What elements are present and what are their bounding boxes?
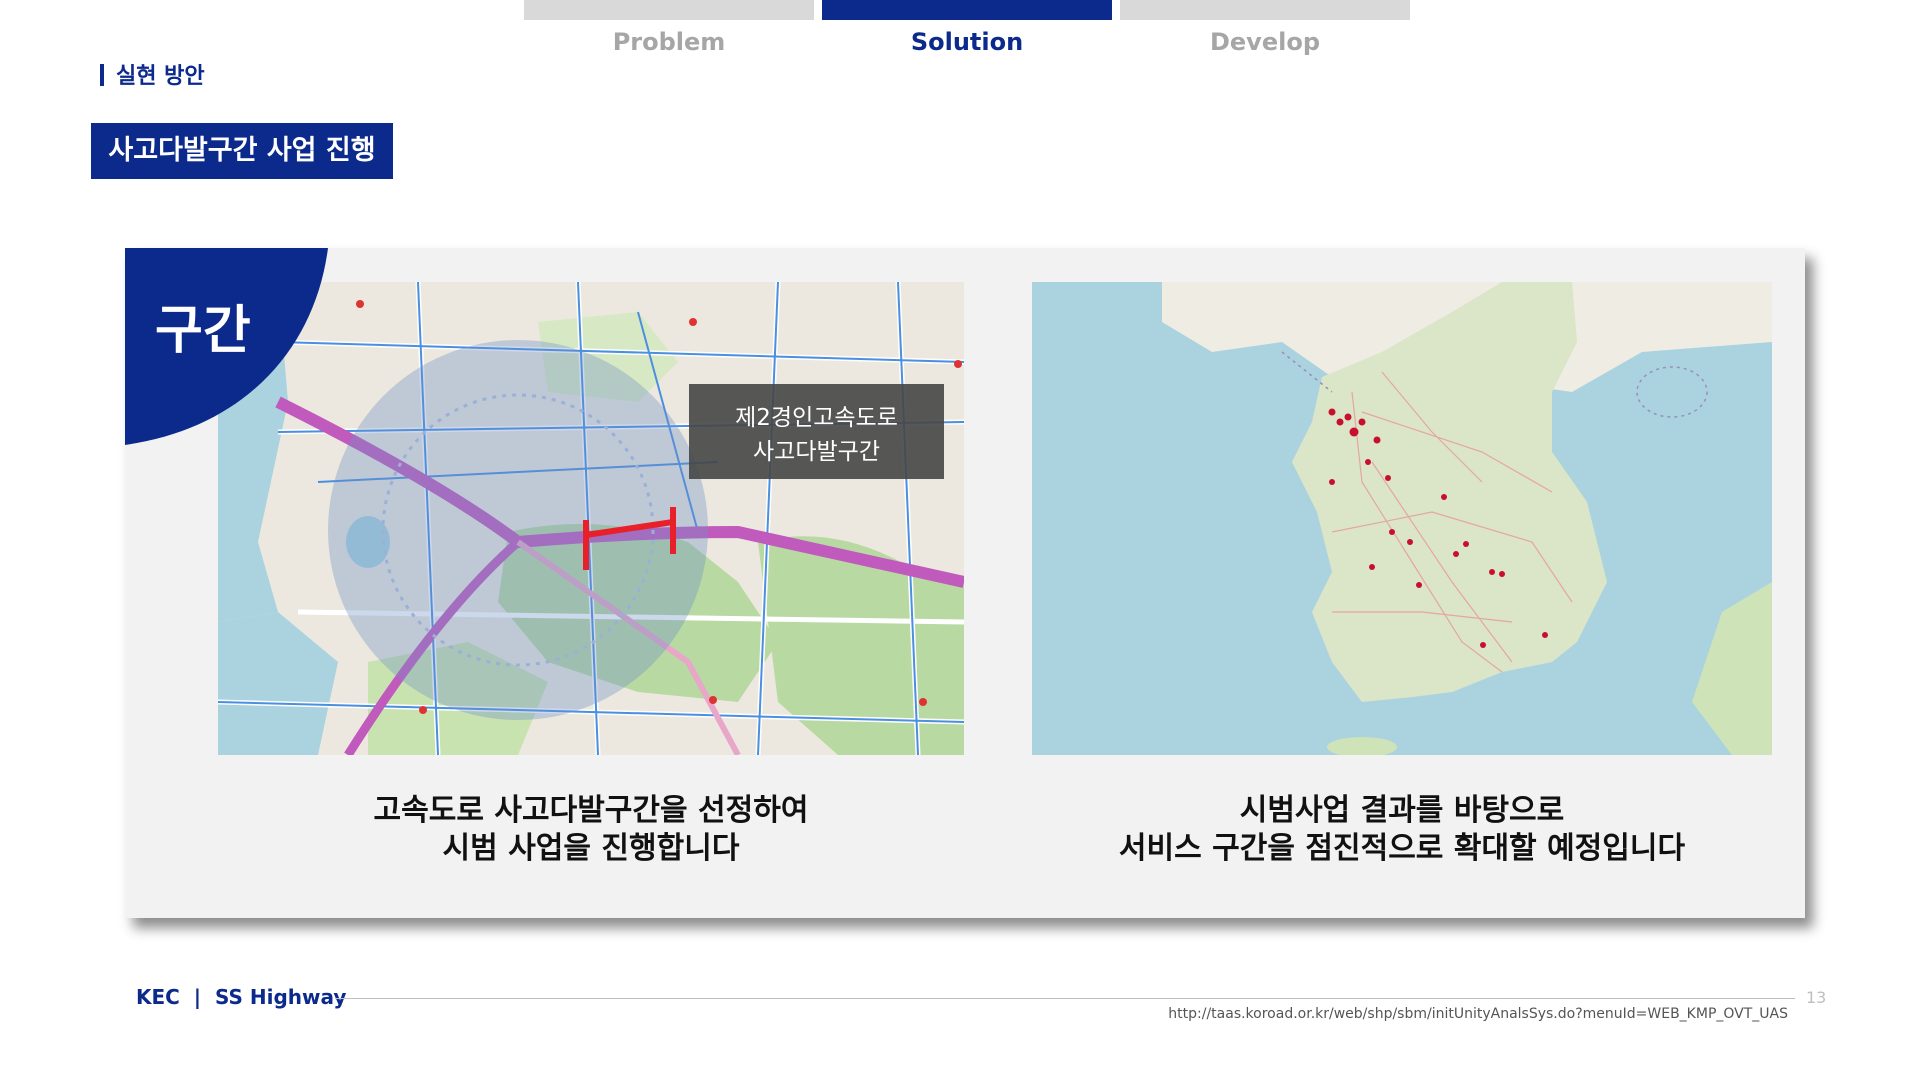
- footer-divider: [335, 998, 1795, 999]
- tab-develop-bar: [1120, 0, 1410, 20]
- accident-section-map: [218, 282, 964, 755]
- footer-source-url[interactable]: http://taas.koroad.or.kr/web/shp/sbm/ini…: [1168, 1006, 1788, 1022]
- tab-develop-label: Develop: [1209, 28, 1320, 56]
- tab-solution-label: Solution: [910, 28, 1024, 56]
- corner-badge: 구간: [125, 248, 328, 445]
- right-caption-line2: 서비스 구간을 점진적으로 확대할 예정입니다: [1118, 831, 1686, 866]
- map-callout: 제2경인고속도로 사고다발구간: [689, 384, 944, 479]
- right-caption-line1: 시범사업 결과를 바탕으로: [1239, 793, 1565, 828]
- korea-accident-map: [1032, 282, 1772, 755]
- tab-problem[interactable]: Problem: [524, 0, 814, 56]
- tab-solution[interactable]: Solution: [822, 0, 1112, 56]
- tab-develop[interactable]: Develop: [1120, 0, 1410, 56]
- left-caption: 고속도로 사고다발구간을 선정하여 시범 사업을 진행합니다: [218, 792, 964, 868]
- map-callout-line2: 사고다발구간: [753, 438, 880, 465]
- corner-badge-label: 구간: [155, 301, 251, 361]
- map-callout-line1: 제2경인고속도로: [735, 404, 898, 431]
- left-caption-line2: 시범 사업을 진행합니다: [442, 831, 740, 866]
- section-pipe: [100, 64, 104, 86]
- tab-problem-bar: [524, 0, 814, 20]
- tab-problem-label: Problem: [612, 28, 726, 56]
- right-caption: 시범사업 결과를 바탕으로 서비스 구간을 점진적으로 확대할 예정입니다: [1032, 792, 1772, 868]
- footer-brand: KEC | SS Highway: [136, 985, 347, 1009]
- slide-title: 사고다발구간 사업 진행: [91, 123, 393, 179]
- korea-map-graphic: [1032, 282, 1772, 755]
- page-number: 13: [1806, 988, 1827, 1007]
- left-caption-line1: 고속도로 사고다발구간을 선정하여: [373, 793, 809, 828]
- section-label-text: 실현 방안: [116, 64, 205, 89]
- tab-solution-bar: [822, 0, 1112, 20]
- street-map-graphic: [218, 282, 964, 755]
- section-label: 실현 방안: [100, 58, 205, 90]
